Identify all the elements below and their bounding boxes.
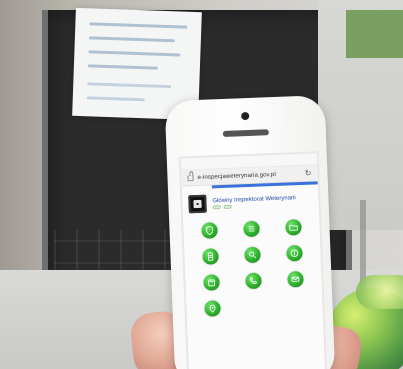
notice-line: [88, 36, 175, 43]
notice-line: [87, 64, 158, 70]
green-items-pile-2: [356, 275, 403, 309]
shield-icon: [201, 222, 218, 239]
notice-line: [86, 96, 145, 102]
notice-line: [87, 82, 172, 89]
map-icon: [204, 300, 221, 317]
notice-line: [89, 22, 188, 29]
menu-tile[interactable]: [234, 246, 271, 265]
menu-tile[interactable]: [192, 248, 229, 267]
menu-tile[interactable]: [277, 270, 314, 290]
url-left: e-inspecjaweterynaria.gov.pl: [187, 171, 276, 181]
menu-grid: [183, 212, 323, 319]
folder-icon: [285, 219, 302, 236]
menu-tile[interactable]: [233, 220, 270, 239]
earpiece-speaker: [222, 129, 269, 137]
menu-tile[interactable]: [191, 222, 228, 241]
calendar-icon: [203, 274, 220, 291]
reload-icon[interactable]: ↻: [305, 168, 312, 177]
phone-screen: e-inspecjaweterynaria.gov.pl ↻ Główny In…: [178, 151, 328, 369]
menu-tile[interactable]: [194, 300, 231, 319]
badge: [223, 204, 232, 209]
menu-tile[interactable]: [276, 244, 313, 264]
green-edge: [346, 10, 403, 58]
site-logo-icon: [188, 194, 207, 214]
menu-tile[interactable]: [193, 274, 230, 293]
lock-icon: [187, 174, 194, 181]
magnify-icon: [244, 246, 261, 264]
phone-icon: [245, 272, 262, 290]
menu-tile[interactable]: [235, 272, 272, 291]
site-branding: Główny Inspektorat Weterynarii: [212, 195, 296, 209]
badge: [212, 204, 221, 209]
phone: e-inspecjaweterynaria.gov.pl ↻ Główny In…: [164, 95, 336, 369]
info-icon: [286, 244, 303, 262]
mail-icon: [287, 270, 304, 288]
menu-tile[interactable]: [275, 219, 312, 238]
url-text: e-inspecjaweterynaria.gov.pl: [197, 171, 276, 181]
list-icon: [243, 220, 260, 238]
document-icon: [202, 248, 219, 265]
photo-scene: e-inspecjaweterynaria.gov.pl ↻ Główny In…: [0, 0, 403, 369]
notice-line: [88, 50, 181, 57]
front-camera-icon: [241, 111, 250, 121]
